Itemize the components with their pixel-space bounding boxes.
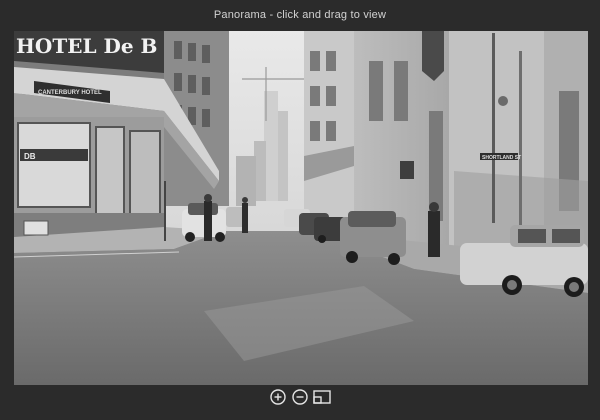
hotel-sign: HOTEL De B (16, 34, 157, 58)
zoom-out-button[interactable] (291, 388, 309, 406)
panorama-viewer: Panorama - click and drag to view HOTEL … (0, 0, 600, 420)
zoom-in-icon (270, 389, 286, 405)
viewer-controls (0, 386, 600, 408)
zoom-in-button[interactable] (269, 388, 287, 406)
window-sign: DB (24, 152, 36, 161)
fullscreen-icon (313, 390, 331, 404)
street-sign: SHORTLAND ST (482, 155, 521, 161)
fullscreen-button[interactable] (313, 388, 331, 406)
zoom-out-icon (292, 389, 308, 405)
viewer-title: Panorama - click and drag to view (213, 9, 387, 21)
awning-sign: CANTERBURY HOTEL (38, 90, 102, 96)
panorama-image[interactable]: HOTEL De B CANTERBURY HOTEL DB SHORTLAND… (14, 31, 588, 385)
